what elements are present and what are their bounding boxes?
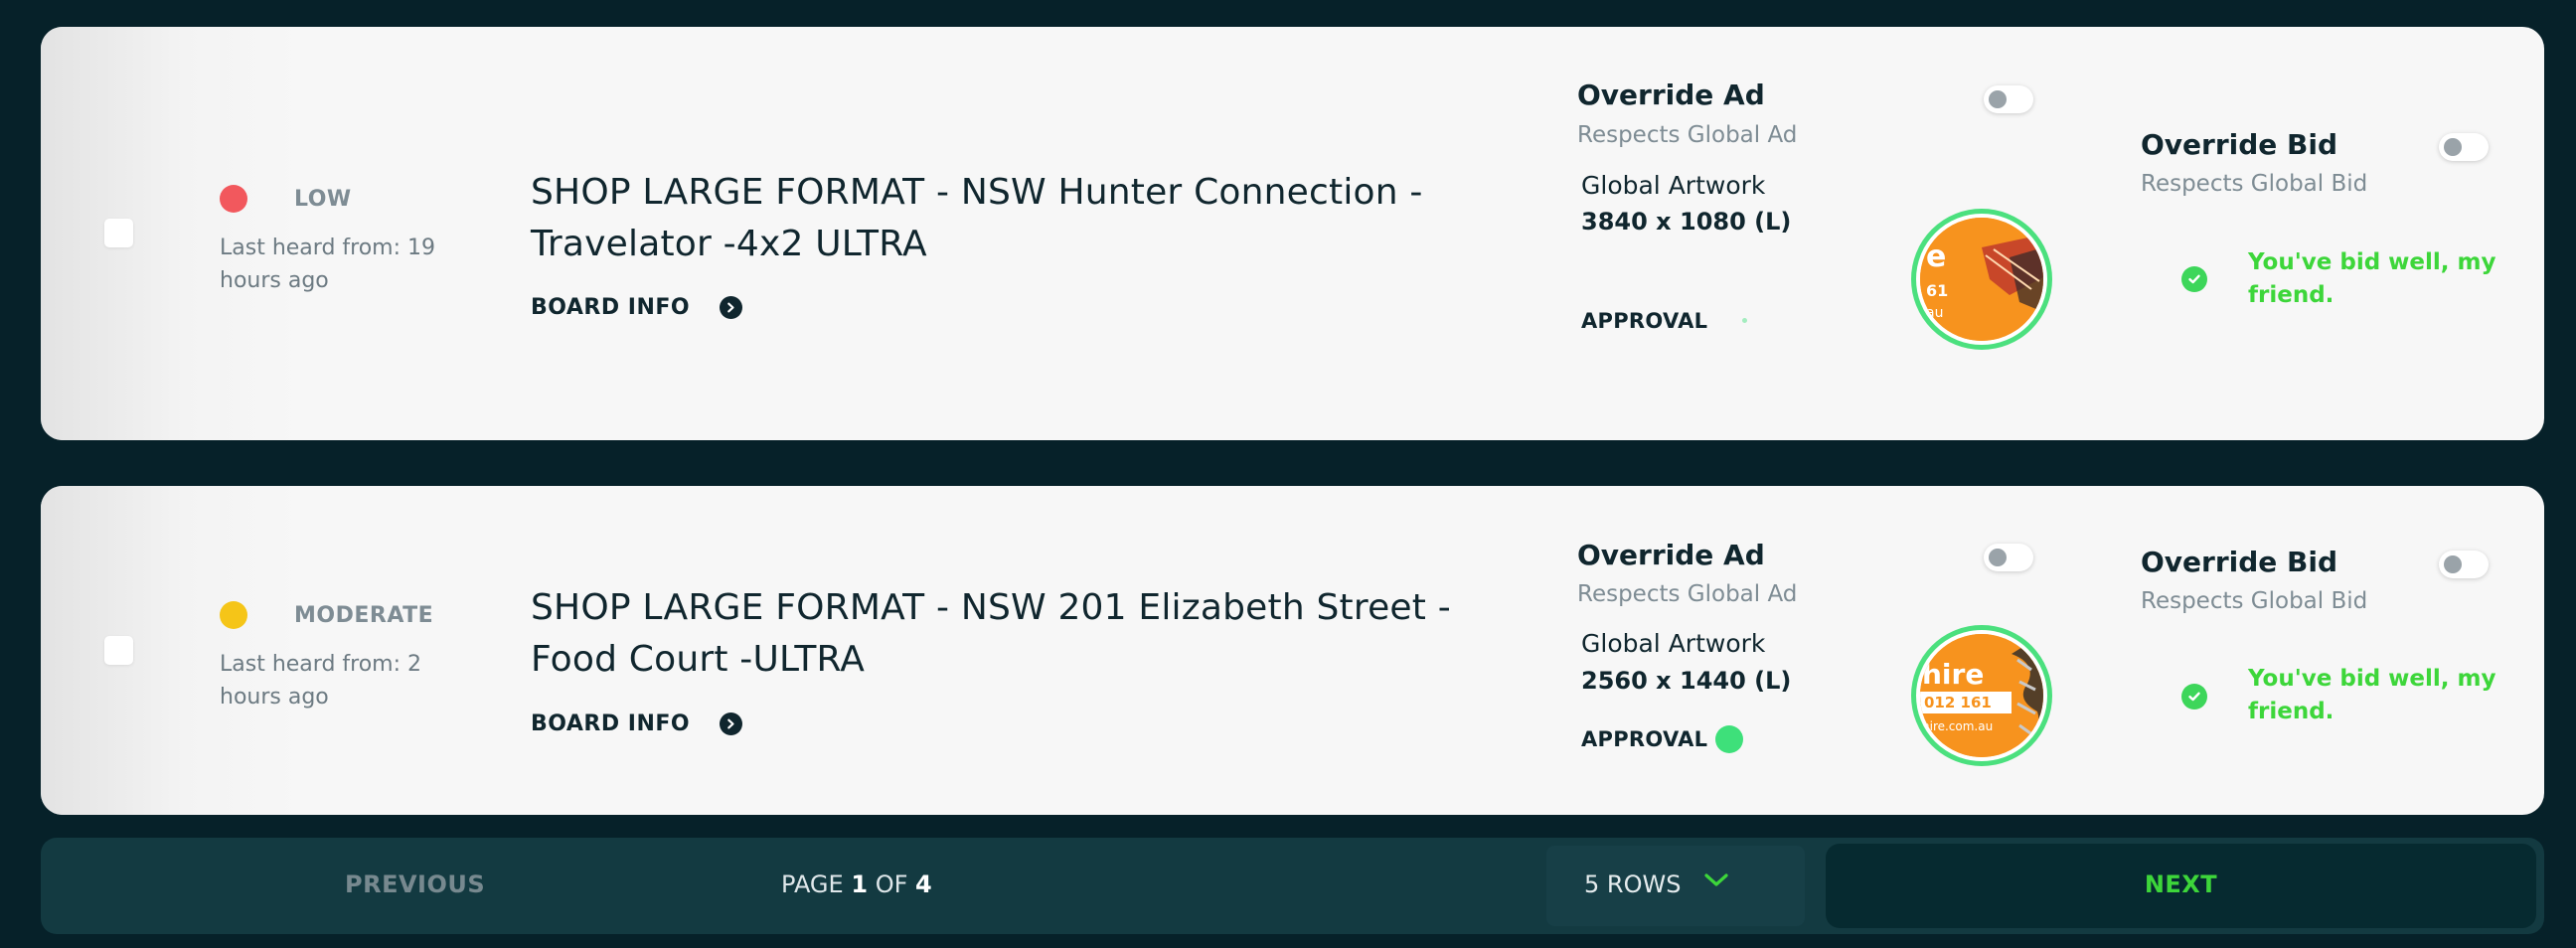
bid-status-message: You've bid well, my friend. bbox=[2248, 666, 2496, 724]
current-page: 1 bbox=[851, 870, 869, 898]
board-info-label: BOARD INFO bbox=[531, 711, 691, 736]
artwork-size: 2560 x 1440 (L) bbox=[1581, 667, 1792, 695]
status-indicator-dot bbox=[220, 601, 247, 629]
bid-status-message: You've bid well, my friend. bbox=[2248, 249, 2496, 308]
last-heard-text: Last heard from: 19 hours ago bbox=[220, 236, 435, 293]
board-row: LOW Last heard from: 19 hours ago SHOP L… bbox=[41, 27, 2544, 440]
toggle-knob bbox=[1989, 90, 2007, 108]
artwork-text-2: 61 bbox=[1926, 281, 1949, 300]
previous-button[interactable]: PREVIOUS bbox=[345, 870, 485, 898]
artwork-image: hire 012 161 hire.com.au bbox=[1920, 634, 2043, 757]
board-title: SHOP LARGE FORMAT - NSW Hunter Connectio… bbox=[531, 172, 1423, 264]
artwork-size: 3840 x 1080 (L) bbox=[1581, 208, 1792, 236]
override-bid-toggle[interactable] bbox=[2439, 133, 2489, 161]
approval-status-dot bbox=[1715, 725, 1743, 753]
override-bid-subtext: Respects Global Bid bbox=[2141, 171, 2368, 197]
status-label: MODERATE bbox=[294, 603, 434, 628]
toggle-knob bbox=[2444, 555, 2462, 573]
toggle-knob bbox=[1989, 549, 2007, 566]
page-indicator: PAGE 1 OF 4 bbox=[781, 870, 932, 898]
approval-status-dot bbox=[1742, 318, 1747, 323]
next-button-label: NEXT bbox=[2144, 870, 2218, 898]
board-info-label: BOARD INFO bbox=[531, 295, 691, 320]
total-pages: 4 bbox=[915, 870, 932, 898]
check-circle-icon bbox=[2181, 684, 2207, 710]
artwork-thumbnail[interactable]: hire 012 161 hire.com.au bbox=[1911, 625, 2052, 766]
artwork-thumbnail[interactable]: e 61 au bbox=[1911, 209, 2052, 350]
artwork-text-3: hire.com.au bbox=[1922, 719, 1994, 733]
artwork-text-1: e bbox=[1926, 239, 1947, 274]
artwork-text-3: au bbox=[1926, 305, 1944, 321]
last-heard-text: Last heard from: 2 hours ago bbox=[220, 652, 421, 710]
of-word: OF bbox=[875, 870, 908, 898]
override-bid-subtext: Respects Global Bid bbox=[2141, 588, 2368, 614]
rows-per-page-value: 5 ROWS bbox=[1584, 870, 1682, 898]
chevron-right-icon bbox=[720, 712, 743, 735]
pagination-bar: PREVIOUS PAGE 1 OF 4 5 ROWS NEXT bbox=[41, 838, 2544, 934]
override-ad-label: Override Ad bbox=[1577, 79, 1765, 111]
check-circle-icon bbox=[2181, 266, 2207, 292]
approval-label: APPROVAL bbox=[1581, 727, 1708, 751]
status-label: LOW bbox=[294, 187, 352, 212]
global-artwork-label: Global Artwork bbox=[1581, 629, 1766, 658]
override-bid-label: Override Bid bbox=[2141, 128, 2338, 161]
toggle-knob bbox=[2444, 138, 2462, 156]
artwork-text-2: 012 161 bbox=[1924, 694, 1992, 711]
override-ad-toggle[interactable] bbox=[1984, 544, 2033, 571]
global-artwork-label: Global Artwork bbox=[1581, 171, 1766, 200]
status-indicator-dot bbox=[220, 185, 247, 213]
artwork-text-1: hire bbox=[1922, 658, 1985, 691]
chevron-down-icon bbox=[1703, 871, 1729, 893]
page-word: PAGE bbox=[781, 870, 844, 898]
row-checkbox[interactable] bbox=[104, 219, 133, 247]
board-row: MODERATE Last heard from: 2 hours ago SH… bbox=[41, 486, 2544, 815]
approval-label: APPROVAL bbox=[1581, 309, 1708, 333]
board-title: SHOP LARGE FORMAT - NSW 201 Elizabeth St… bbox=[531, 587, 1451, 680]
override-ad-toggle[interactable] bbox=[1984, 85, 2033, 113]
override-bid-label: Override Bid bbox=[2141, 546, 2338, 578]
rows-per-page-select[interactable]: 5 ROWS bbox=[1546, 846, 1805, 926]
override-ad-label: Override Ad bbox=[1577, 539, 1765, 571]
override-ad-subtext: Respects Global Ad bbox=[1577, 122, 1798, 148]
next-button[interactable]: NEXT bbox=[1826, 844, 2536, 928]
chevron-right-icon bbox=[720, 296, 743, 319]
artwork-image: e 61 au bbox=[1920, 218, 2043, 341]
board-info-link[interactable]: BOARD INFO bbox=[531, 295, 743, 320]
override-bid-toggle[interactable] bbox=[2439, 551, 2489, 578]
row-checkbox[interactable] bbox=[104, 636, 133, 665]
override-ad-subtext: Respects Global Ad bbox=[1577, 581, 1798, 607]
board-info-link[interactable]: BOARD INFO bbox=[531, 711, 743, 736]
